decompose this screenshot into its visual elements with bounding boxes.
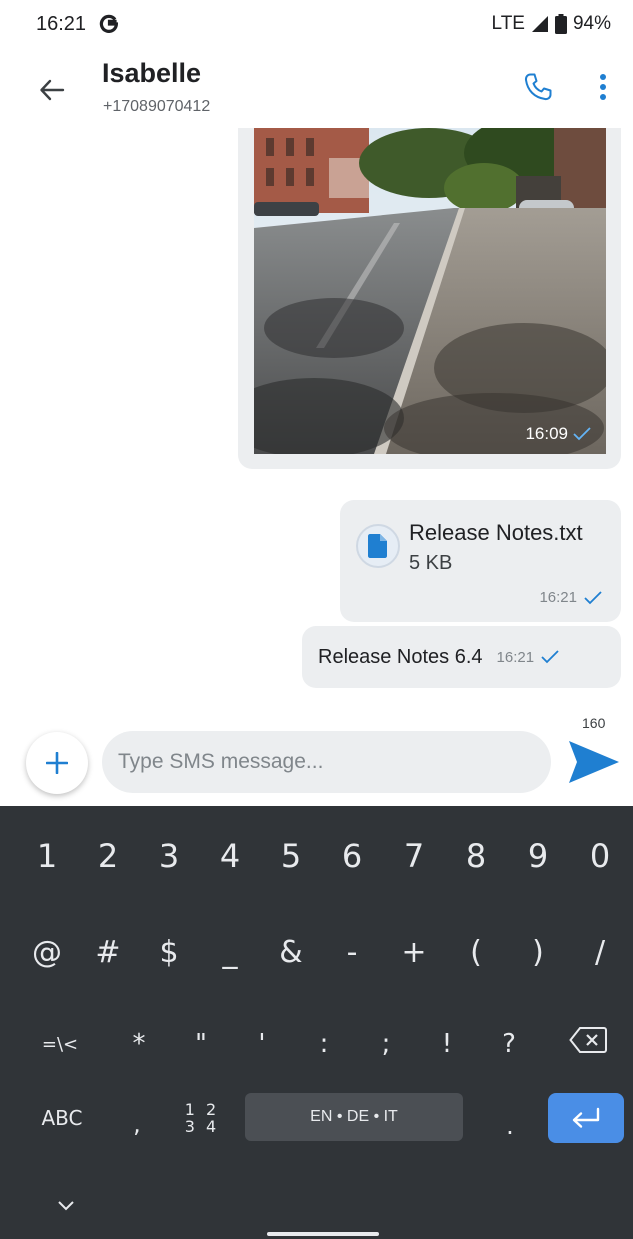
more-options-button[interactable] [590,68,616,106]
key-minus[interactable]: - [322,924,382,980]
back-button[interactable] [34,72,70,108]
numpad-key[interactable]: 1 2 3 4 [172,1088,232,1148]
key-9[interactable]: 9 [508,828,568,884]
g-icon [99,13,119,33]
numpad-key-bottom: 3 4 [184,1117,220,1136]
soft-keyboard: 1 2 3 4 5 6 7 8 9 0 @ # $ _ & - + ( ) / … [0,806,633,1239]
key-colon[interactable]: : [294,1016,354,1072]
call-button[interactable] [519,68,557,106]
document-icon [368,534,387,558]
file-message-bubble[interactable]: Release Notes.txt 5 KB 16:21 [340,500,621,622]
enter-icon [572,1107,600,1128]
key-more-symbols[interactable]: =\< [30,1016,90,1072]
check-icon [584,590,602,604]
message-text: Release Notes 6.4 [318,645,483,668]
key-underscore[interactable]: _ [200,924,260,980]
key-single-quote[interactable]: ' [232,1016,292,1072]
key-exclamation[interactable]: ! [417,1016,477,1072]
file-name: Release Notes.txt [409,520,583,545]
contact-number: +17089070412 [103,98,211,115]
send-icon [569,741,619,783]
key-slash[interactable]: / [570,924,630,980]
more-vert-icon [600,74,606,100]
image-timestamp: 16:09 [525,424,592,444]
file-timestamp: 16:21 [539,589,603,606]
key-open-paren[interactable]: ( [446,924,506,980]
backspace-icon [569,1027,607,1053]
key-0[interactable]: 0 [570,828,630,884]
key-7[interactable]: 7 [384,828,444,884]
battery-icon [554,14,567,34]
text-timestamp: 16:21 [497,649,561,666]
char-counter: 160 [582,715,606,731]
chevron-down-icon [58,1201,74,1211]
key-3[interactable]: 3 [139,828,199,884]
plus-icon [46,752,68,774]
status-icons: LTE 94% [492,13,611,35]
numpad-key-top: 1 2 [184,1100,220,1119]
enter-key[interactable] [548,1093,624,1143]
file-icon-container[interactable] [356,524,400,568]
message-input[interactable] [102,731,551,793]
check-icon [541,650,559,664]
key-question[interactable]: ? [479,1016,539,1072]
hide-keyboard-key[interactable] [46,1188,86,1224]
key-semicolon[interactable]: ; [356,1016,416,1072]
key-5[interactable]: 5 [261,828,321,884]
send-button[interactable] [566,737,622,787]
backspace-key[interactable] [558,1012,618,1068]
conversation-header: Isabelle +17089070412 [0,50,633,130]
text-message-bubble[interactable]: Release Notes 6.4 16:21 [302,626,621,688]
message-list[interactable]: 16:09 Release Notes.txt 5 KB 16:21 Relea… [0,128,633,698]
key-8[interactable]: 8 [446,828,506,884]
key-double-quote[interactable]: " [171,1016,231,1072]
key-4[interactable]: 4 [200,828,260,884]
key-6[interactable]: 6 [322,828,382,884]
key-1[interactable]: 1 [17,828,77,884]
key-close-paren[interactable]: ) [508,924,568,980]
key-2[interactable]: 2 [78,828,138,884]
key-plus[interactable]: + [384,924,444,980]
add-attachment-button[interactable] [26,732,88,794]
space-key[interactable]: EN • DE • IT [245,1093,463,1141]
contact-name: Isabelle [102,58,202,88]
phone-icon [524,73,552,101]
image-attachment[interactable]: 16:09 [254,128,606,454]
gesture-nav-handle[interactable] [267,1232,379,1236]
period-key[interactable]: . [485,1098,535,1154]
status-bar: 16:21 LTE 94% [0,0,633,50]
key-hash[interactable]: # [78,924,138,980]
key-at[interactable]: @ [17,924,77,980]
key-ampersand[interactable]: & [261,924,321,980]
check-icon [573,427,591,441]
back-arrow-icon [40,79,65,101]
key-asterisk[interactable]: * [109,1016,169,1072]
comma-key[interactable]: , [112,1096,162,1152]
network-type: LTE [491,13,525,34]
battery-percent: 94% [572,13,611,34]
signal-icon [531,15,549,33]
key-dollar[interactable]: $ [139,924,199,980]
file-size: 5 KB [409,552,453,574]
status-time: 16:21 [36,13,87,35]
abc-key[interactable]: ABC [26,1090,98,1146]
